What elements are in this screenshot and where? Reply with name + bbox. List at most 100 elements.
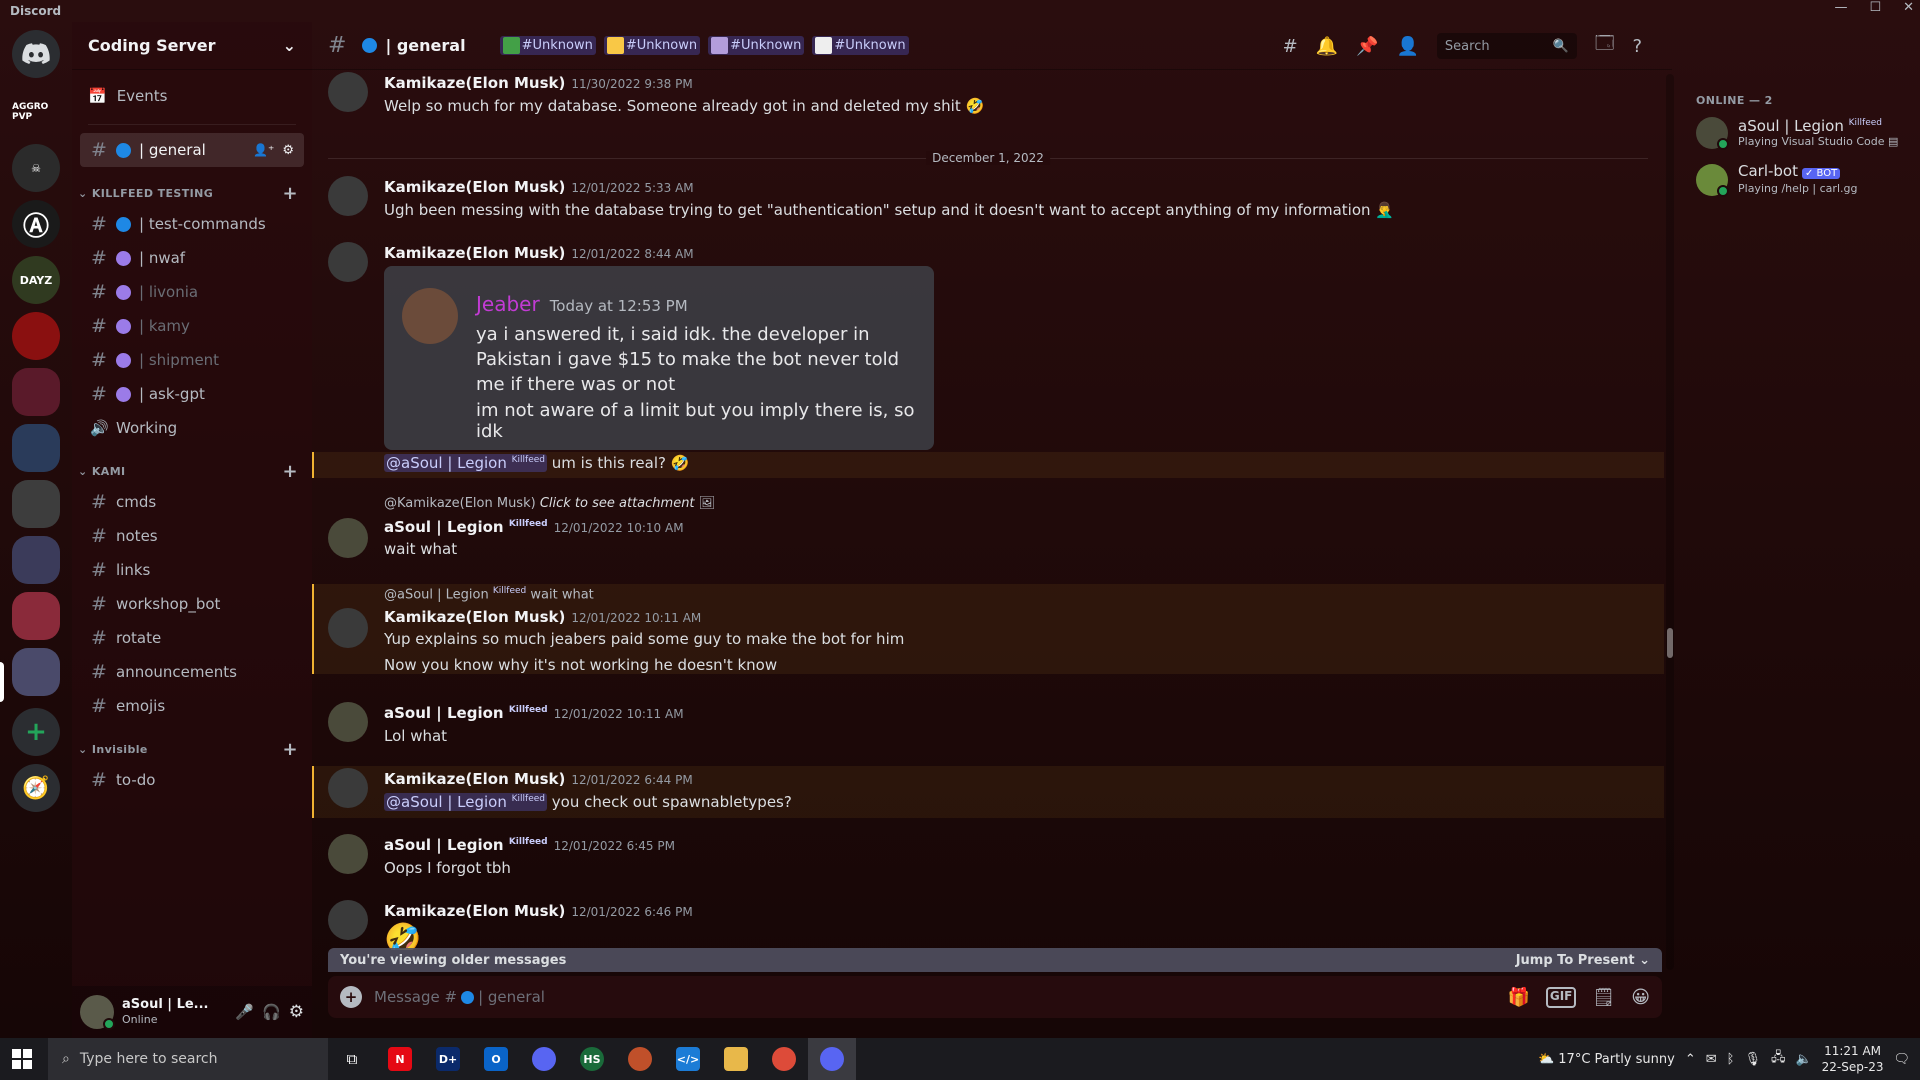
explore-servers-button[interactable]: 🧭 <box>12 764 60 812</box>
inbox-icon[interactable]: 🗔 <box>1595 31 1615 61</box>
mention[interactable]: @aSoul | Legion Killfeed <box>384 793 547 811</box>
avatar[interactable] <box>328 176 368 216</box>
server-folder[interactable] <box>12 368 60 416</box>
channel-emojis[interactable]: # emojis <box>80 689 304 723</box>
message-author[interactable]: Kamikaze(Elon Musk) 12/01/2022 6:44 PM <box>384 770 693 788</box>
headphones-icon[interactable]: 🎧 <box>262 1003 281 1021</box>
network-icon[interactable]: 🖧 <box>1771 1048 1786 1070</box>
topic-channel-tag[interactable]: #Unknown <box>708 36 805 55</box>
taskbar-app-outlook[interactable]: O <box>472 1038 520 1080</box>
channel-workshop-bot[interactable]: # workshop_bot <box>80 587 304 621</box>
avatar[interactable] <box>328 702 368 742</box>
channel-livonia[interactable]: # | livonia <box>80 275 304 309</box>
server-folder[interactable] <box>12 592 60 640</box>
avatar[interactable] <box>328 518 368 558</box>
channel-nwaf[interactable]: # | nwaf <box>80 241 304 275</box>
reply-preview[interactable]: @Kamikaze(Elon Musk) Click to see attach… <box>384 496 715 511</box>
minimize-button[interactable]: — <box>1834 0 1847 15</box>
microphone-icon[interactable]: 🎤 <box>235 1003 254 1021</box>
server-icon-dayz[interactable]: DAYZ <box>12 256 60 304</box>
microphone-icon[interactable]: 🎙 <box>1744 1052 1761 1067</box>
gear-icon[interactable]: ⚙ <box>289 1002 304 1022</box>
taskbar-app-discord-active[interactable] <box>808 1038 856 1080</box>
volume-icon[interactable]: 🔈 <box>1795 1052 1811 1067</box>
pin-icon[interactable]: 📌 <box>1356 36 1378 57</box>
scrollbar-track[interactable] <box>1666 74 1674 970</box>
avatar[interactable] <box>328 834 368 874</box>
taskbar-app-disney[interactable]: D+ <box>424 1038 472 1080</box>
message-author[interactable]: Kamikaze(Elon Musk) 12/01/2022 5:33 AM <box>384 178 694 196</box>
add-member-icon[interactable]: 👤⁺ <box>253 143 274 157</box>
server-folder[interactable] <box>12 480 60 528</box>
sticker-icon[interactable]: 🗒 <box>1592 987 1615 1008</box>
bluetooth-icon[interactable]: ᛒ <box>1727 1052 1735 1067</box>
screenshot-attachment[interactable]: Jeaber Today at 12:53 PM ya i answered it… <box>384 266 934 450</box>
member-item[interactable]: aSoul | Legion Killfeed Playing Visual S… <box>1696 116 1898 150</box>
server-folder[interactable] <box>12 424 60 472</box>
add-channel-icon[interactable]: + <box>283 183 298 204</box>
search-input[interactable]: Search 🔍 <box>1436 33 1577 59</box>
channel-general[interactable]: # | general 👤⁺ ⚙ <box>80 133 304 167</box>
channel-announcements[interactable]: # announcements <box>80 655 304 689</box>
topic-channel-tag[interactable]: #Unknown <box>812 36 909 55</box>
gear-icon[interactable]: ⚙ <box>282 143 294 158</box>
notifications-icon[interactable]: 🗨 <box>1893 1052 1910 1067</box>
message-author[interactable]: aSoul | Legion Killfeed 12/01/2022 6:45 P… <box>384 836 675 854</box>
server-icon[interactable]: ☠ <box>12 144 60 192</box>
gif-icon[interactable]: GIF <box>1545 986 1577 1008</box>
avatar[interactable] <box>328 608 368 648</box>
weather-widget[interactable]: ⛅ 17°C Partly sunny <box>1538 1052 1675 1067</box>
add-attachment-icon[interactable]: + <box>340 986 362 1008</box>
server-icon[interactable]: Ⓐ <box>12 200 60 248</box>
channel-kamy[interactable]: # | kamy <box>80 309 304 343</box>
add-channel-icon[interactable]: + <box>283 461 298 482</box>
windows-start-button[interactable] <box>12 1049 32 1073</box>
scrollbar-thumb[interactable] <box>1667 628 1673 658</box>
server-icon[interactable] <box>12 312 60 360</box>
taskbar-app-postman[interactable] <box>616 1038 664 1080</box>
message-author[interactable]: Kamikaze(Elon Musk) 12/01/2022 10:11 AM <box>384 608 701 626</box>
clock[interactable]: 11:21 AM 22-Sep-23 <box>1822 1043 1884 1075</box>
server-icon-aggro-pvp[interactable]: AGGRO PVP <box>12 88 60 136</box>
taskbar-app-netflix[interactable]: N <box>376 1038 424 1080</box>
emoji-icon[interactable]: 😀 <box>1631 987 1650 1008</box>
reply-preview[interactable]: @aSoul | Legion Killfeed wait what <box>384 586 594 602</box>
server-header[interactable]: Coding Server ⌄ <box>72 22 312 70</box>
taskbar-app-discord[interactable] <box>520 1038 568 1080</box>
channel-links[interactable]: # links <box>80 553 304 587</box>
avatar[interactable] <box>328 72 368 112</box>
outlook-tray-icon[interactable]: ✉ <box>1706 1052 1717 1067</box>
add-channel-icon[interactable]: + <box>283 739 298 760</box>
close-button[interactable]: ✕ <box>1903 0 1914 15</box>
message-author[interactable]: aSoul | Legion Killfeed 12/01/2022 10:10 … <box>384 518 684 536</box>
taskbar-app-file-explorer[interactable] <box>712 1038 760 1080</box>
category-killfeed-testing[interactable]: ⌄ KILLFEED TESTING + <box>72 179 312 207</box>
chevron-up-icon[interactable]: ⌃ <box>1685 1052 1696 1067</box>
message-input[interactable]: Message # | general <box>374 988 1495 1006</box>
message-author[interactable]: aSoul | Legion Killfeed 12/01/2022 10:11 … <box>384 704 684 722</box>
add-server-button[interactable]: + <box>12 708 60 756</box>
channel-cmds[interactable]: # cmds <box>80 485 304 519</box>
task-view-button[interactable]: ⧉ <box>328 1038 376 1080</box>
home-button[interactable] <box>12 30 60 78</box>
taskbar-search[interactable]: ⌕ Type here to search <box>48 1038 328 1080</box>
user-info[interactable]: aSoul | Le... Online <box>122 997 227 1027</box>
channel-ask-gpt[interactable]: # | ask-gpt <box>80 377 304 411</box>
threads-icon[interactable]: # <box>1283 36 1298 57</box>
gift-icon[interactable]: 🎁 <box>1507 987 1529 1008</box>
server-folder-active[interactable] <box>12 648 60 696</box>
mention[interactable]: @aSoul | Legion Killfeed <box>384 454 547 472</box>
channel-notes[interactable]: # notes <box>80 519 304 553</box>
avatar[interactable] <box>328 768 368 808</box>
server-folder[interactable] <box>12 536 60 584</box>
topic-channel-tag[interactable]: #Unknown <box>603 36 701 55</box>
avatar[interactable] <box>328 242 368 282</box>
topic-channel-tag[interactable]: #Unknown <box>499 36 596 55</box>
category-kami[interactable]: ⌄ KAMI + <box>72 457 312 485</box>
maximize-button[interactable]: ☐ <box>1869 0 1881 15</box>
bell-icon[interactable]: 🔔 <box>1316 36 1338 57</box>
message-author[interactable]: Kamikaze(Elon Musk) 11/30/2022 9:38 PM <box>384 74 693 92</box>
jump-to-present-button[interactable]: Jump To Present ⌄ <box>1516 953 1650 968</box>
taskbar-app-hs[interactable]: HS <box>568 1038 616 1080</box>
message-author[interactable]: Kamikaze(Elon Musk) 12/01/2022 8:44 AM <box>384 244 694 262</box>
